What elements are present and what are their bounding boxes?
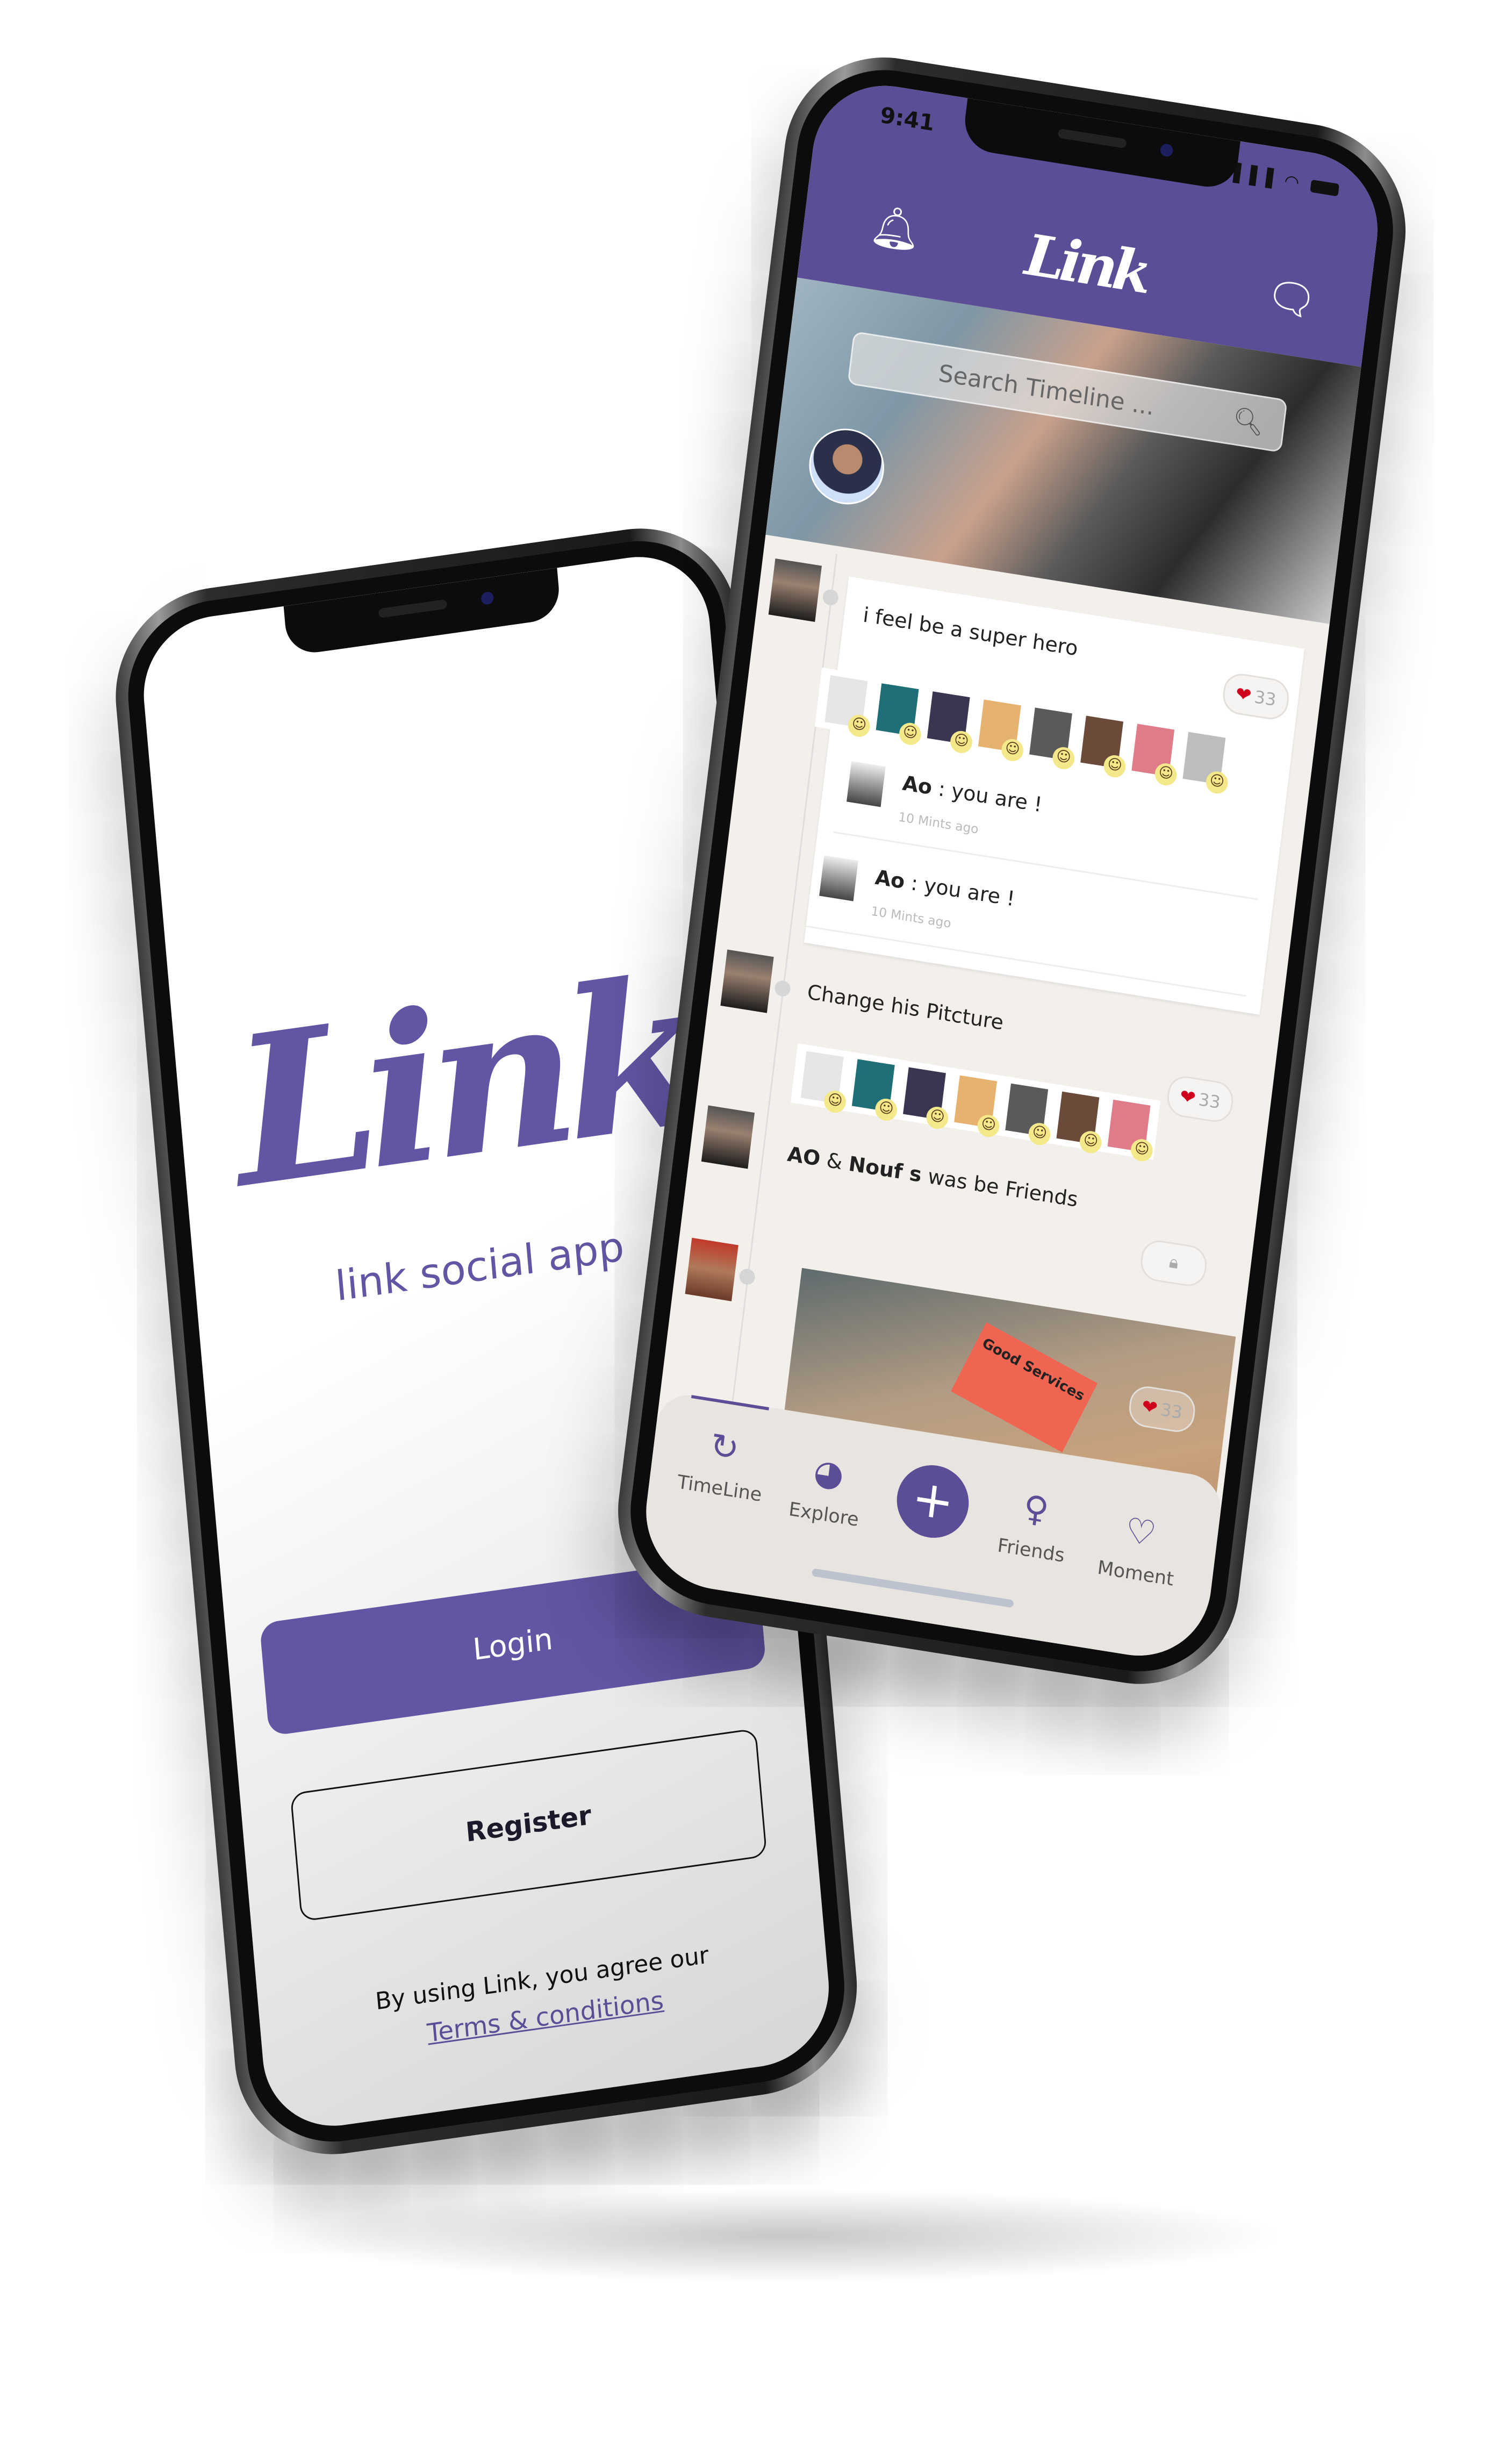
post-text: Change his Pitcture: [806, 981, 1005, 1036]
smiley-emoji-icon: ☺: [1153, 762, 1178, 787]
smiley-emoji-icon: ☺: [898, 721, 923, 747]
lock-icon[interactable]: 🔒︎: [1138, 1237, 1209, 1289]
timeline-dot: [822, 588, 840, 607]
heart-icon: ❤: [1234, 682, 1253, 707]
timeline-icon: ↻: [707, 1427, 741, 1471]
smiley-emoji-icon: ☺: [1102, 754, 1127, 779]
reaction-thumbnail[interactable]: ☺: [1107, 1099, 1154, 1163]
smiley-emoji-icon: ☺: [1204, 770, 1229, 796]
like-count: 33: [1253, 686, 1278, 710]
phone-timeline: 9:41 ▐▐▐ ◠ 🔔︎ Link 🗨︎ Search Timeline ..…: [606, 42, 1418, 1699]
home-indicator[interactable]: [811, 1568, 1014, 1608]
reaction-thumbnail[interactable]: ☺: [824, 675, 871, 739]
post-text: i feel be a super hero: [862, 604, 1079, 662]
tab-explore[interactable]: ◕ Explore: [768, 1446, 885, 1534]
smiley-emoji-icon: ☺: [925, 1105, 950, 1131]
tab-moment[interactable]: ♡ Moment: [1080, 1506, 1197, 1593]
comment-author: Ao: [873, 866, 906, 895]
image-book: Good Services: [951, 1322, 1098, 1452]
comment-text: Ao : you are !: [901, 772, 1043, 818]
tab-label: Explore: [787, 1498, 860, 1531]
friendship-body: was be Friends: [920, 1164, 1079, 1213]
joiner: &: [819, 1149, 850, 1177]
comment-text: Ao : you are !: [873, 866, 1016, 912]
status-time: 9:41: [878, 103, 936, 137]
heart-outline-icon: ♡: [1123, 1512, 1158, 1556]
timeline-dot: [738, 1267, 756, 1286]
timeline-dot: [773, 979, 792, 998]
comment-time: 10 Mints ago: [870, 904, 952, 931]
comment-time: 10 Mints ago: [897, 810, 979, 837]
smiley-emoji-icon: ☺: [976, 1113, 1001, 1139]
heart-icon: ❤: [1141, 1395, 1159, 1420]
like-button[interactable]: ❤ 33: [1165, 1073, 1236, 1125]
reaction-thumbnail[interactable]: ☺: [1131, 724, 1178, 787]
battery-icon: [1310, 180, 1340, 197]
active-tab-indicator: [691, 1395, 769, 1410]
comment-body: : you are !: [903, 871, 1016, 913]
heart-icon: ❤: [1178, 1085, 1197, 1109]
reaction-thumbnail[interactable]: ☺: [1005, 1083, 1052, 1147]
globe-icon: ◕: [811, 1452, 846, 1497]
search-input[interactable]: Search Timeline ... 🔍︎: [847, 331, 1288, 453]
reaction-thumbnail[interactable]: ☺: [1080, 715, 1127, 779]
like-button[interactable]: ❤ 33: [1221, 671, 1291, 722]
friend-name[interactable]: Nouf s: [847, 1153, 923, 1188]
search-icon[interactable]: 🔍︎: [1229, 393, 1267, 451]
comment-body: : you are !: [930, 777, 1044, 818]
search-placeholder: Search Timeline ...: [937, 359, 1156, 421]
smiley-emoji-icon: ☺: [1051, 746, 1076, 771]
reaction-thumbnail[interactable]: ☺: [876, 683, 923, 747]
reactions-row: ☺ ☺ ☺ ☺ ☺ ☺ ☺: [791, 1043, 1161, 1163]
friend-name[interactable]: AO: [786, 1143, 821, 1172]
tab-timeline[interactable]: ↻ TimeLine: [664, 1421, 781, 1508]
smiley-emoji-icon: ☺: [949, 729, 974, 755]
tab-friends[interactable]: ♀ Friends: [976, 1482, 1093, 1570]
smiley-emoji-icon: ☺: [1078, 1129, 1103, 1155]
avatar[interactable]: [685, 1237, 738, 1301]
reaction-thumbnail[interactable]: ☺: [800, 1051, 848, 1114]
reaction-thumbnail[interactable]: ☺: [903, 1067, 950, 1131]
smiley-emoji-icon: ☺: [1027, 1121, 1052, 1147]
like-count: 33: [1159, 1399, 1184, 1423]
avatar[interactable]: [768, 558, 822, 622]
status-icons: ▐▐▐ ◠: [1226, 162, 1340, 200]
profile-avatar[interactable]: [805, 423, 888, 510]
comment-avatar: [847, 761, 886, 807]
chat-bubbles-icon[interactable]: 🗨︎: [1263, 273, 1319, 328]
mockup-stage: Link link social app Login Register By u…: [0, 0, 1506, 2463]
smiley-emoji-icon: ☺: [822, 1088, 848, 1114]
add-post-button[interactable]: +: [893, 1460, 973, 1543]
wifi-icon: ◠: [1283, 170, 1304, 194]
register-button[interactable]: Register: [290, 1728, 768, 1922]
friends-icon: ♀: [1021, 1489, 1051, 1532]
timeline-screen: 9:41 ▐▐▐ ◠ 🔔︎ Link 🗨︎ Search Timeline ..…: [637, 75, 1386, 1667]
smiley-emoji-icon: ☺: [847, 713, 871, 739]
smiley-emoji-icon: ☺: [874, 1097, 899, 1123]
avatar[interactable]: [701, 1105, 755, 1169]
reaction-thumbnail[interactable]: ☺: [851, 1059, 899, 1123]
comment-avatar: [819, 855, 858, 901]
tab-label: TimeLine: [676, 1471, 763, 1506]
reaction-thumbnail[interactable]: ☺: [978, 699, 1025, 763]
reaction-thumbnail[interactable]: ☺: [1182, 732, 1229, 796]
tab-label: Friends: [996, 1534, 1066, 1567]
avatar[interactable]: [720, 949, 774, 1013]
like-button[interactable]: ❤ 33: [1127, 1384, 1197, 1435]
tab-label: Moment: [1096, 1556, 1175, 1591]
post-card: i feel be a super hero ❤ 33 ☺ ☺ ☺ ☺ ☺ ☺ ☺ ☺ Ao :…: [804, 576, 1305, 1015]
smiley-emoji-icon: ☺: [1129, 1137, 1154, 1163]
floor-shadow: [282, 2188, 1287, 2283]
friendship-text: AO & Nouf s was be Friends: [786, 1143, 1079, 1213]
like-count: 33: [1197, 1088, 1222, 1113]
reaction-thumbnail[interactable]: ☺: [1056, 1091, 1103, 1155]
reaction-thumbnail[interactable]: ☺: [1029, 707, 1076, 771]
reaction-thumbnail[interactable]: ☺: [954, 1075, 1001, 1139]
reaction-thumbnail[interactable]: ☺: [927, 691, 974, 755]
comment-author: Ao: [901, 772, 934, 801]
smiley-emoji-icon: ☺: [1000, 737, 1025, 763]
